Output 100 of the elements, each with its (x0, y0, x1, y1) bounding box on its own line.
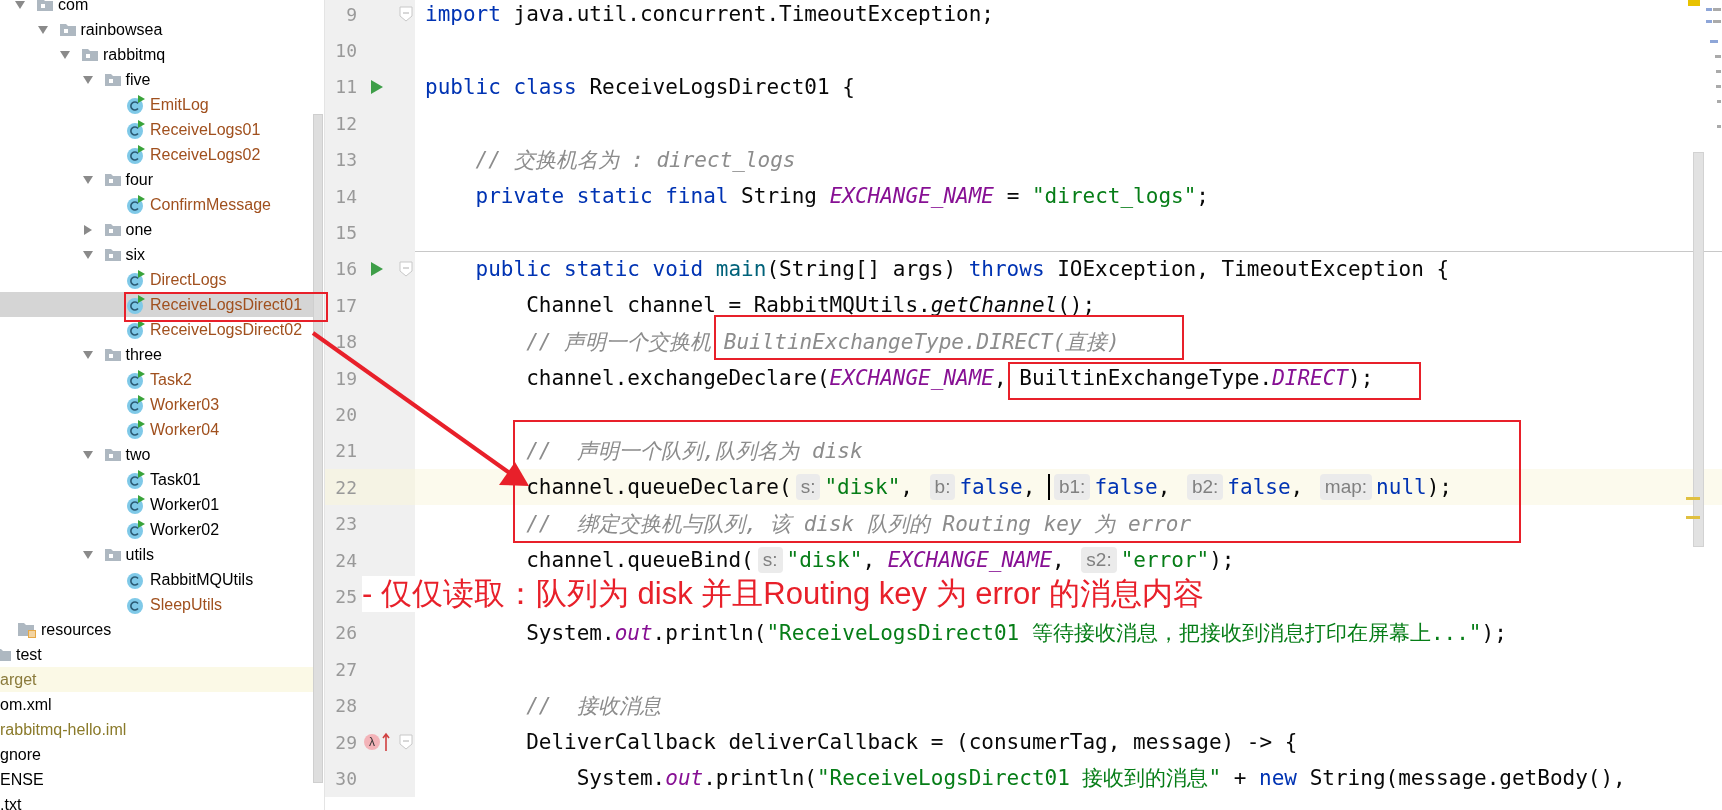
tree-item-label: Worker01 (150, 495, 220, 514)
tree-item-label: .txt (0, 795, 22, 810)
code-text: , (1290, 475, 1305, 500)
line-number: 11 (334, 76, 357, 98)
code-text: , (1052, 548, 1066, 573)
code-text: channel.queueBind( (526, 548, 754, 573)
expand-arrow-icon[interactable] (59, 48, 71, 61)
line-number: 17 (334, 294, 357, 316)
tree-item[interactable]: ReceiveLogs01 (0, 117, 313, 142)
keyword: new (1259, 766, 1297, 791)
code-text: , (1022, 475, 1037, 500)
tree-item[interactable]: arget (0, 667, 313, 692)
code-text: = (1006, 184, 1021, 209)
tree-item[interactable]: rainbowsea (0, 17, 313, 42)
keyword: false (1094, 475, 1158, 500)
tree-item[interactable]: Worker04 (0, 417, 313, 442)
code-text: (String[] args) (766, 257, 958, 282)
expand-arrow-icon[interactable] (81, 73, 94, 86)
tree-item-label: com (58, 0, 89, 14)
parameter-hint: b2: (1186, 474, 1224, 501)
tree-item[interactable]: om.xml (0, 692, 313, 717)
line-number: 15 (334, 222, 357, 244)
code-text: channel.queueDeclare( (526, 475, 792, 500)
tree-item-label: EmitLog (150, 95, 209, 114)
line-number: 28 (334, 695, 357, 717)
code-text: java.util.concurrent.TimeoutException; (513, 2, 994, 27)
tree-item-label: Task01 (150, 470, 201, 489)
tree-item[interactable]: ReceiveLogs02 (0, 142, 313, 167)
tree-item-label: three (125, 345, 162, 364)
tree-item[interactable]: rabbitmq-hello.iml (0, 717, 313, 742)
line-number: 19 (334, 367, 357, 389)
constant: EXCHANGE_NAME (887, 548, 1053, 573)
string-literal: "ReceiveLogsDirect01 等待接收消息，把接收到消息打印在屏幕上..." (766, 620, 1482, 645)
code-text: , (1157, 475, 1172, 500)
tree-item[interactable]: Task01 (0, 467, 313, 492)
line-number: 23 (334, 513, 357, 535)
up-arrow-icon[interactable] (382, 732, 390, 752)
tree-item[interactable]: Worker01 (0, 492, 313, 517)
tree-item[interactable]: four (0, 167, 313, 192)
expand-arrow-icon[interactable] (81, 248, 94, 261)
tree-item[interactable]: ReceiveLogsDirect02 (0, 317, 313, 342)
tree-item-label: rabbitmq-hello.iml (0, 720, 127, 739)
expand-arrow-icon[interactable] (81, 548, 94, 561)
tree-item[interactable]: ConfirmMessage (0, 192, 313, 217)
tree-item[interactable]: Worker02 (0, 517, 313, 542)
tree-item[interactable]: Worker03 (0, 392, 313, 417)
code-text: ReceiveLogsDirect01 { (589, 74, 855, 99)
constant: DIRECT (1272, 366, 1348, 391)
tree-item-label: ENSE (0, 770, 44, 789)
tree-item[interactable]: gnore (0, 742, 313, 767)
tree-item[interactable]: five (0, 67, 313, 92)
tree-item[interactable]: one (0, 217, 313, 242)
run-icon[interactable] (370, 260, 384, 277)
tree-item[interactable]: six (0, 242, 313, 267)
keyword: null (1376, 475, 1427, 500)
string-literal: "error" (1120, 548, 1210, 573)
folder-icon (58, 22, 77, 37)
code-text: .println( (703, 766, 817, 791)
tree-item[interactable]: SleepUtils (0, 592, 313, 617)
collapse-arrow-icon[interactable] (81, 223, 94, 236)
expand-arrow-icon[interactable] (81, 173, 94, 186)
tree-item-label: Task2 (150, 370, 192, 389)
tree-item-label: ReceiveLogsDirect01 (150, 295, 303, 314)
tree-item[interactable]: utils (0, 542, 313, 567)
code-text: + (1233, 766, 1248, 791)
tree-item[interactable]: Task2 (0, 367, 313, 392)
folder-icon (81, 47, 99, 62)
expand-arrow-icon[interactable] (81, 348, 94, 361)
tree-item-label: six (125, 245, 146, 264)
tree-item[interactable]: .txt (0, 792, 313, 810)
expand-arrow-icon[interactable] (14, 0, 26, 11)
tree-item[interactable]: ENSE (0, 767, 313, 792)
run-icon[interactable] (370, 78, 384, 95)
method-name: main (715, 257, 767, 282)
lambda-marker[interactable]: λ (364, 734, 380, 750)
expand-arrow-icon[interactable] (81, 448, 94, 461)
tree-item[interactable]: com (0, 0, 313, 17)
tree-item-label: gnore (0, 745, 41, 764)
tree-item[interactable]: RabbitMQUtils (0, 567, 313, 592)
tree-item[interactable]: two (0, 442, 313, 467)
tree-item[interactable]: rabbitmq (0, 42, 313, 67)
tree-item-label: Worker04 (150, 420, 220, 439)
scrollbar-thumb[interactable] (1693, 152, 1704, 547)
tree-item-label: one (125, 220, 153, 239)
tree-item[interactable]: three (0, 342, 313, 367)
tree-item[interactable]: test (0, 642, 313, 667)
keyword: public class (425, 74, 577, 99)
expand-arrow-icon[interactable] (36, 23, 49, 36)
tree-item[interactable]: DirectLogs (0, 267, 313, 292)
tree-item[interactable]: ReceiveLogsDirect01 (0, 292, 313, 317)
line-number: 27 (334, 658, 357, 680)
resources-folder-icon (17, 620, 37, 639)
line-number: 20 (334, 404, 357, 425)
code-text: ); (1426, 475, 1452, 500)
parameter-hint: s: (795, 474, 821, 501)
tree-item[interactable]: resources (0, 617, 313, 642)
tree-item[interactable]: EmitLog (0, 92, 313, 117)
code-text: System. (526, 620, 615, 645)
scrollbar-thumb[interactable] (313, 114, 323, 783)
parameter-hint: s: (757, 547, 783, 574)
